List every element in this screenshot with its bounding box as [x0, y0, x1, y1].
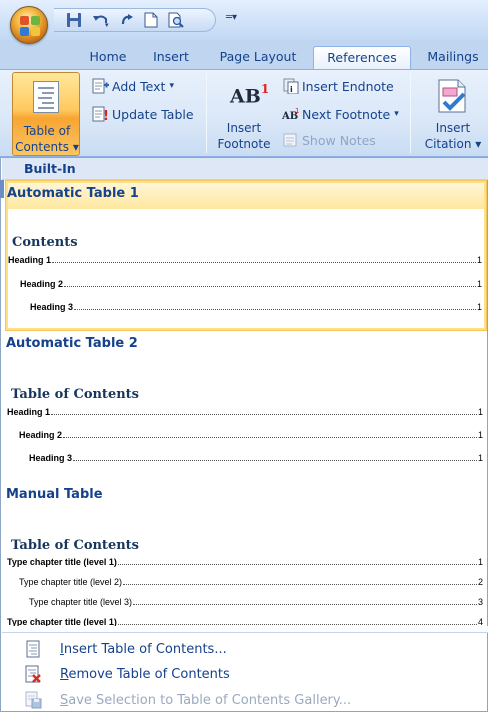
toc-preview: Contents Heading 11 Heading 21 Heading 3… [8, 211, 482, 327]
gallery-item-automatic-table-1[interactable]: Automatic Table 1 Contents Heading 11 He… [5, 180, 487, 331]
toc-preview: Table of Contents Type chapter title (le… [7, 508, 483, 626]
insert-footnote-label-line2: Footnote [217, 137, 271, 151]
insert-endnote-button[interactable]: i Insert Endnote [282, 78, 394, 95]
tab-home[interactable]: Home [76, 46, 140, 70]
built-in-section-header: Built-In [2, 158, 488, 180]
chevron-down-icon: ▾ [169, 81, 174, 91]
quick-access-toolbar: ▾ [54, 8, 216, 32]
insert-citation-button[interactable]: Insert Citation ▾ [418, 72, 488, 156]
gallery-item-manual-table[interactable]: Manual Table Table of Contents Type chap… [5, 484, 487, 626]
toc-preview-line: Heading 11 [8, 255, 482, 265]
remove-table-of-contents-item[interactable]: Remove Table of Contents [2, 662, 488, 686]
next-footnote-icon: AB 1 [281, 106, 299, 122]
citation-icon [436, 78, 470, 119]
save-to-gallery-icon [24, 691, 42, 709]
office-logo-icon [20, 16, 40, 36]
customize-qat-icon[interactable]: ═▾ [226, 12, 237, 23]
gallery-item-title: Manual Table [6, 487, 103, 502]
show-notes-icon [282, 132, 298, 148]
toc-preview-line: Heading 31 [30, 302, 482, 312]
chevron-down-icon: ▾ [72, 140, 79, 154]
chevron-down-icon: ▾ [394, 109, 399, 119]
insert-citation-label-line1: Insert [435, 121, 471, 135]
menu-separator [2, 632, 488, 633]
insert-toc-icon [24, 640, 42, 658]
tab-references[interactable]: References [313, 46, 411, 70]
toc-preview-heading: Contents [12, 235, 78, 250]
ribbon: Table of Contents ▾ Add Text ▾ ! Update … [0, 69, 488, 157]
undo-icon[interactable]: ▾ [92, 12, 110, 28]
add-text-icon [92, 78, 109, 94]
toc-preview-line: Heading 31 [29, 453, 483, 463]
svg-text:!: ! [103, 109, 109, 122]
add-text-button[interactable]: Add Text ▾ [92, 78, 174, 94]
toc-label-line1: Table of [23, 124, 71, 138]
group-separator [206, 73, 207, 153]
save-icon[interactable] [66, 12, 82, 28]
group-separator [410, 73, 411, 153]
toc-preview-heading: Table of Contents [11, 387, 139, 402]
toc-preview: Table of Contents Heading 11 Heading 21 … [7, 357, 483, 479]
update-table-icon: ! [92, 106, 109, 124]
insert-citation-label-line2: Citation ▾ [424, 137, 482, 151]
gallery-item-automatic-table-2[interactable]: Automatic Table 2 Table of Contents Head… [5, 333, 487, 483]
tab-mailings[interactable]: Mailings [418, 46, 488, 70]
save-selection-to-gallery-item[interactable]: Save Selection to Table of Contents Gall… [2, 688, 488, 712]
toc-preview-heading: Table of Contents [11, 538, 139, 553]
toc-preview-line: Type chapter title (level 3) 3 [29, 597, 483, 607]
chevron-down-icon: ▾ [475, 137, 482, 151]
insert-footnote-button[interactable]: AB1 Insert Footnote [212, 72, 271, 156]
svg-text:1: 1 [295, 107, 299, 115]
svg-text:▾: ▾ [105, 21, 109, 28]
print-preview-icon[interactable] [168, 12, 184, 28]
remove-toc-icon [24, 665, 42, 683]
toc-preview-line: Type chapter title (level 2) 2 [19, 577, 483, 587]
table-of-contents-button[interactable]: Table of Contents ▾ [12, 72, 80, 156]
gallery-item-title: Automatic Table 2 [6, 336, 138, 351]
show-notes-button[interactable]: Show Notes [282, 132, 376, 148]
table-of-contents-dropdown: Built-In Automatic Table 1 Contents Head… [0, 157, 488, 712]
svg-text:i: i [290, 85, 293, 94]
toc-preview-line: Type chapter title (level 1) 4 [7, 617, 483, 626]
office-button[interactable] [10, 6, 48, 44]
tab-insert[interactable]: Insert [140, 46, 202, 70]
toc-preview-line: Heading 11 [7, 407, 483, 417]
insert-footnote-label-line1: Insert [226, 121, 262, 135]
footnote-icon: AB1 [230, 82, 270, 108]
title-bar: ▾ ═▾ [0, 0, 488, 44]
toc-preview-line: Heading 21 [20, 279, 482, 289]
document-edge [0, 180, 4, 198]
redo-icon[interactable] [120, 12, 134, 28]
update-table-button[interactable]: ! Update Table [92, 106, 194, 124]
toc-preview-line: Heading 21 [19, 430, 483, 440]
insert-table-of-contents-item[interactable]: Insert Table of Contents... [2, 637, 488, 661]
gallery-item-title: Automatic Table 1 [7, 186, 139, 201]
next-footnote-button[interactable]: AB 1 Next Footnote ▾ [281, 106, 399, 123]
toc-preview-line: Type chapter title (level 1) 1 [7, 557, 483, 567]
ribbon-tabs: Home Insert Page Layout References Maili… [0, 40, 488, 70]
toc-label-line2: Contents ▾ [15, 140, 79, 154]
insert-endnote-icon: i [282, 78, 299, 95]
tab-page-layout[interactable]: Page Layout [212, 46, 304, 70]
new-document-icon[interactable] [144, 12, 158, 28]
table-of-contents-icon [33, 81, 59, 113]
